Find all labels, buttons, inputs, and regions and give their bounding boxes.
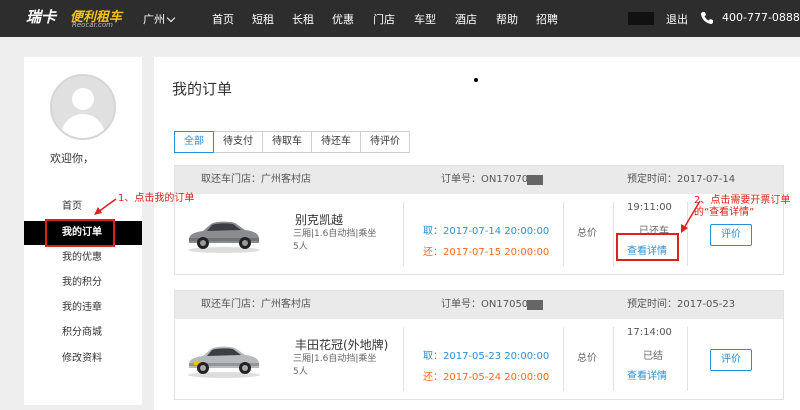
stray-dot (474, 78, 478, 82)
sidebar-item-points-mall[interactable]: 积分商城 (24, 321, 142, 345)
order-header: 取还车门店：广州客村店 订单号：ON1707001 预定时间：2017-07-1… (175, 166, 783, 213)
sidebar-item-my-violations[interactable]: 我的违章 (24, 296, 142, 320)
return-time: 还：2017-07-15 20:00:00 (423, 247, 550, 258)
total-price-label: 总价 (577, 228, 597, 239)
order-filter-tabs: 全部 待支付 待取车 待还车 待评价 (174, 131, 410, 153)
order-store: 取还车门店：广州客村店 (201, 174, 311, 185)
nav-offers[interactable]: 优惠 (332, 11, 354, 27)
order-store: 取还车门店：广州客村店 (201, 299, 311, 310)
city-selector[interactable]: 广州 (143, 11, 176, 27)
logo-main-text: 瑞卡 (26, 8, 57, 26)
avatar-head-shape (72, 88, 94, 110)
pickup-time: 取：2017-07-14 20:00:00 (423, 226, 550, 237)
annotation-highlight-my-orders (45, 219, 115, 247)
divider (563, 327, 564, 391)
page-title: 我的订单 (172, 80, 233, 98)
nav-stores[interactable]: 门店 (373, 11, 395, 27)
divider (403, 202, 404, 266)
nav-jobs[interactable]: 招聘 (536, 11, 558, 27)
annotation-step2: 2、点击需要开票订单的“查看详情” (694, 195, 791, 218)
car-image (188, 221, 260, 253)
hotline-number: 400-777-0888 (722, 11, 800, 24)
car-spec: 三厢|1.6自动挡|乘坐5人 (293, 229, 377, 252)
sidebar-item-my-points[interactable]: 我的积分 (24, 271, 142, 295)
divider (613, 327, 614, 391)
chevron-down-icon (166, 13, 176, 22)
order-booked-time: 预定时间：2017-05-23 17:14:00 (627, 299, 736, 338)
sidebar-item-edit-profile[interactable]: 修改资料 (24, 347, 142, 371)
logo-domain-text: Reocar.com (72, 21, 114, 29)
welcome-text: 欢迎你， (50, 152, 94, 165)
site-logo[interactable]: 瑞卡 便利租车 Reocar.com (26, 6, 138, 30)
view-detail-link[interactable]: 查看详情 (627, 367, 667, 382)
car-name: 别克凯越 (295, 213, 344, 227)
nav-help[interactable]: 帮助 (496, 11, 518, 27)
divider (403, 327, 404, 391)
masked-username[interactable] (628, 12, 654, 25)
total-price-label: 总价 (577, 353, 597, 364)
tab-all[interactable]: 全部 (174, 131, 214, 153)
tab-pending-pickup[interactable]: 待取车 (262, 131, 312, 153)
nav-short-rent[interactable]: 短租 (252, 11, 274, 27)
order-status: 已结 (643, 351, 663, 362)
city-label: 广州 (143, 13, 165, 26)
sidebar-item-my-offers[interactable]: 我的优惠 (24, 246, 142, 270)
tab-pending-payment[interactable]: 待支付 (213, 131, 263, 153)
logout-link[interactable]: 退出 (666, 11, 688, 27)
tab-pending-review[interactable]: 待评价 (360, 131, 410, 153)
divider (563, 202, 564, 266)
order-number: 订单号：ON1707001 (441, 174, 541, 185)
car-image (188, 346, 260, 378)
rate-button[interactable]: 评价 (710, 349, 752, 371)
divider (687, 202, 688, 266)
phone-icon (701, 12, 713, 24)
return-time: 还：2017-05-24 20:00:00 (423, 372, 550, 383)
car-spec: 三厢|1.6自动挡|乘坐5人 (293, 354, 377, 377)
order-header: 取还车门店：广州客村店 订单号：ON1705002 预定时间：2017-05-2… (175, 291, 783, 338)
rate-button[interactable]: 评价 (710, 224, 752, 246)
nav-hotels[interactable]: 酒店 (455, 11, 477, 27)
avatar-body-shape (61, 114, 105, 138)
car-name: 丰田花冠(外地牌) (295, 338, 389, 352)
divider (687, 327, 688, 391)
divider (613, 202, 614, 266)
masked-order-suffix (527, 300, 543, 310)
top-nav-bar: 瑞卡 便利租车 Reocar.com 广州 首页 短租 长租 优惠 门店 车型 … (0, 0, 800, 37)
tab-pending-return[interactable]: 待还车 (311, 131, 361, 153)
masked-order-suffix (527, 175, 543, 185)
nav-car-models[interactable]: 车型 (414, 11, 436, 27)
order-number: 订单号：ON1705002 (441, 299, 541, 310)
nav-long-rent[interactable]: 长租 (292, 11, 314, 27)
orders-panel: 我的订单 全部 待支付 待取车 待还车 待评价 取还车门店：广州客村店 订单号：… (154, 57, 800, 410)
annotation-step1: 1、点击我的订单 (118, 193, 195, 204)
order-card: 取还车门店：广州客村店 订单号：ON1705002 预定时间：2017-05-2… (174, 290, 784, 400)
order-card: 取还车门店：广州客村店 订单号：ON1707001 预定时间：2017-07-1… (174, 165, 784, 275)
user-avatar[interactable] (50, 74, 116, 140)
pickup-time: 取：2017-05-23 20:00:00 (423, 351, 550, 362)
nav-home[interactable]: 首页 (212, 11, 234, 27)
annotation-highlight-view-detail (616, 233, 679, 261)
